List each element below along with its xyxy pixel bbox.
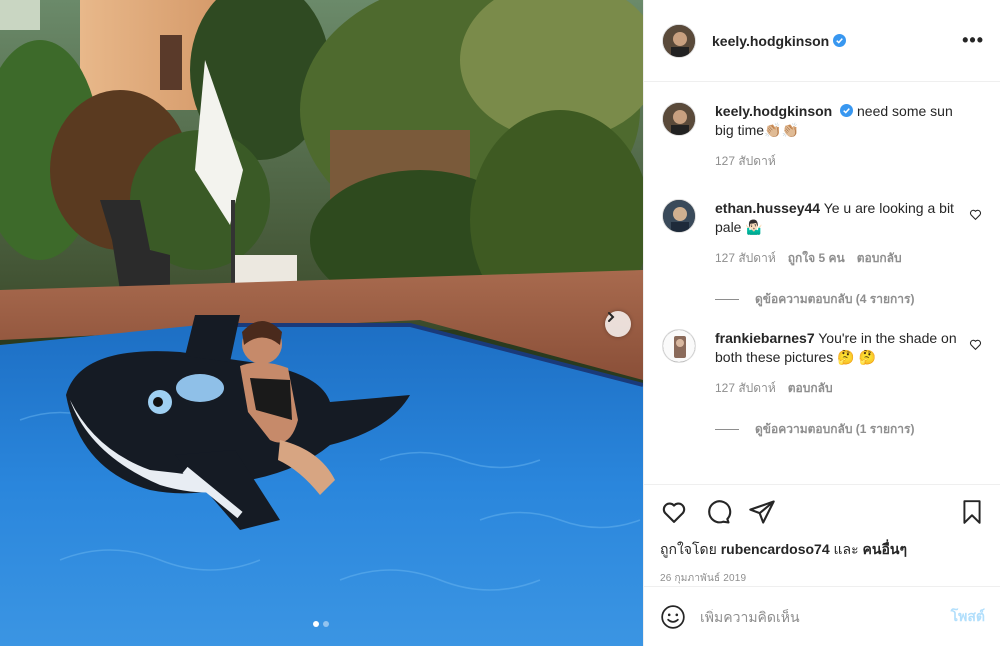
commenter-avatar[interactable] xyxy=(662,329,696,363)
caption-timestamp[interactable]: 127 สัปดาห์ xyxy=(715,152,776,171)
heart-icon[interactable] xyxy=(969,208,982,221)
next-image-button[interactable] xyxy=(605,311,631,337)
action-icons-row xyxy=(660,497,985,527)
heart-icon[interactable] xyxy=(969,338,982,351)
comment-timestamp[interactable]: 127 สัปดาห์ xyxy=(715,379,776,398)
author-username[interactable]: keely.hodgkinson xyxy=(712,33,829,49)
post-header: keely.hodgkinson ••• xyxy=(644,0,1000,82)
carousel-indicator xyxy=(313,621,329,627)
post-photo xyxy=(0,0,643,646)
commenter-avatar[interactable] xyxy=(662,199,696,233)
comment-timestamp[interactable]: 127 สัปดาห์ xyxy=(715,249,776,268)
paper-plane-icon[interactable] xyxy=(748,498,776,526)
view-replies-label: ดูข้อความตอบกลับ (1 รายการ) xyxy=(755,422,915,436)
post-comment-button[interactable]: โพสต์ xyxy=(951,606,985,628)
caption: keely.hodgkinson need some sun big time👏… xyxy=(662,102,982,171)
comment-input[interactable] xyxy=(700,608,951,625)
likes-conjunction: และ xyxy=(833,541,859,557)
comment-item: ethan.hussey44 Ye u are looking a bit pa… xyxy=(662,199,982,309)
comment-item: frankiebarnes7 You're in the shade on bo… xyxy=(662,329,982,439)
author-avatar[interactable] xyxy=(662,102,696,136)
reply-button[interactable]: ตอบกลับ xyxy=(788,379,833,398)
replies-divider xyxy=(715,299,739,300)
likes-summary: ถูกใจโดย rubencardoso74 และ คนอื่นๆ xyxy=(660,539,985,561)
caption-username[interactable]: keely.hodgkinson xyxy=(715,103,832,119)
carousel-dot xyxy=(323,621,329,627)
commenter-username[interactable]: frankiebarnes7 xyxy=(715,330,815,346)
view-replies-button[interactable]: ดูข้อความตอบกลับ (4 รายการ) xyxy=(715,290,982,309)
commenter-username[interactable]: ethan.hussey44 xyxy=(715,200,820,216)
author-avatar[interactable] xyxy=(662,23,696,58)
heart-icon[interactable] xyxy=(660,498,688,526)
bookmark-icon[interactable] xyxy=(959,498,985,526)
verified-badge-icon xyxy=(833,34,847,47)
likes-others-link[interactable]: คนอื่นๆ xyxy=(863,541,907,557)
post-date[interactable]: 26 กุมภาพันธ์ 2019 xyxy=(660,571,985,586)
view-replies-button[interactable]: ดูข้อความตอบกลับ (1 รายการ) xyxy=(715,420,982,439)
chevron-right-icon xyxy=(608,312,615,322)
comment-icon[interactable] xyxy=(704,498,732,526)
reply-button[interactable]: ตอบกลับ xyxy=(857,249,902,268)
liker-username[interactable]: rubencardoso74 xyxy=(721,541,830,557)
likes-prefix: ถูกใจโดย xyxy=(660,541,717,557)
view-replies-label: ดูข้อความตอบกลับ (4 รายการ) xyxy=(755,292,915,306)
comments-list: keely.hodgkinson need some sun big time👏… xyxy=(644,82,1000,484)
comment-likes[interactable]: ถูกใจ 5 คน xyxy=(788,249,845,268)
carousel-dot-active xyxy=(313,621,319,627)
pool-photo-illustration xyxy=(0,0,643,646)
post-actions: ถูกใจโดย rubencardoso74 และ คนอื่นๆ 26 ก… xyxy=(644,484,1000,586)
post-side-panel: keely.hodgkinson ••• keely.hodgkinson ne… xyxy=(643,0,1000,646)
more-options-button[interactable]: ••• xyxy=(962,30,984,51)
smiley-icon[interactable] xyxy=(660,604,686,630)
replies-divider xyxy=(715,429,739,430)
verified-badge-icon xyxy=(840,104,854,117)
add-comment-bar: โพสต์ xyxy=(644,586,1000,646)
